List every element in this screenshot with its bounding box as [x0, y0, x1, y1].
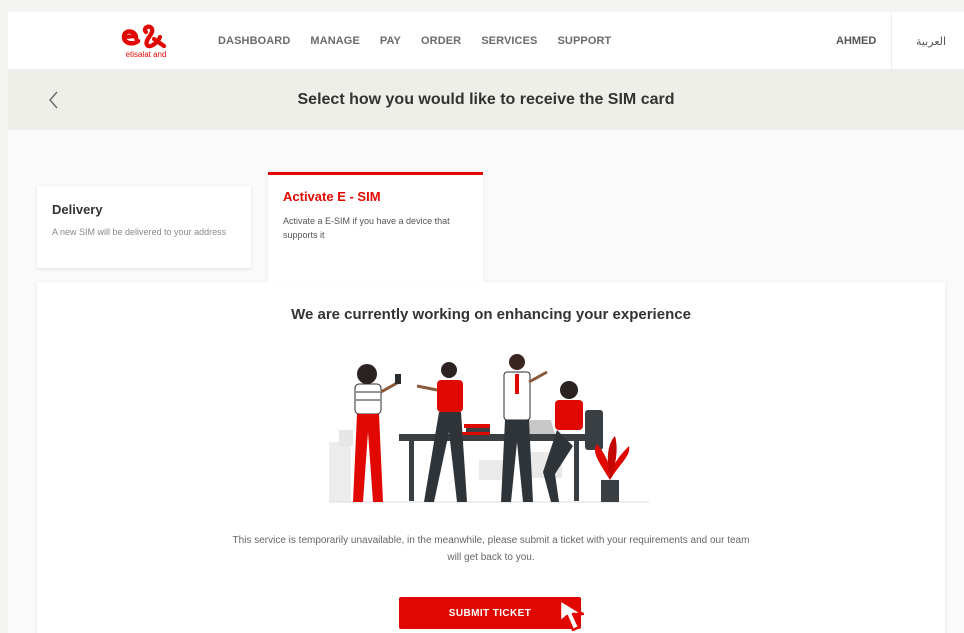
delivery-title: Delivery — [52, 202, 103, 217]
delivery-description: A new SIM will be delivered to your addr… — [52, 227, 227, 237]
esim-panel: We are currently working on enhancing yo… — [37, 282, 945, 633]
user-menu[interactable]: AHMED — [836, 12, 876, 70]
submit-ticket-button[interactable]: SUBMIT TICKET — [399, 597, 581, 629]
language-switch[interactable]: العربية — [898, 12, 964, 70]
team-illustration — [329, 354, 649, 503]
nav-services[interactable]: SERVICES — [481, 35, 537, 47]
nav-order[interactable]: ORDER — [421, 35, 461, 47]
option-esim-card[interactable]: Activate E - SIM Activate a E-SIM if you… — [268, 172, 483, 282]
main-nav: DASHBOARD MANAGE PAY ORDER SERVICES SUPP… — [218, 12, 631, 70]
option-delivery-card[interactable]: Delivery A new SIM will be delivered to … — [37, 186, 251, 268]
etisalat-logo[interactable]: etisalat and — [116, 20, 176, 64]
page-subheader: Select how you would like to receive the… — [8, 70, 964, 130]
logo-mark-icon — [121, 24, 167, 49]
esim-description: Activate a E-SIM if you have a device th… — [283, 216, 450, 240]
unavailable-message: This service is temporarily unavailable,… — [232, 535, 750, 563]
logo-subtext: etisalat and — [125, 50, 167, 59]
page-frame: etisalat and DASHBOARD MANAGE PAY ORDER … — [8, 12, 964, 633]
page-title: Select how you would like to receive the… — [297, 91, 675, 108]
nav-dashboard[interactable]: DASHBOARD — [218, 35, 290, 47]
language-divider — [891, 12, 892, 70]
main-content: Delivery A new SIM will be delivered to … — [8, 130, 964, 633]
panel-heading: We are currently working on enhancing yo… — [291, 306, 691, 323]
nav-pay[interactable]: PAY — [380, 35, 401, 47]
top-navigation: etisalat and DASHBOARD MANAGE PAY ORDER … — [8, 12, 964, 70]
nav-support[interactable]: SUPPORT — [557, 35, 611, 47]
nav-manage[interactable]: MANAGE — [310, 35, 360, 47]
esim-title: Activate E - SIM — [283, 189, 381, 204]
